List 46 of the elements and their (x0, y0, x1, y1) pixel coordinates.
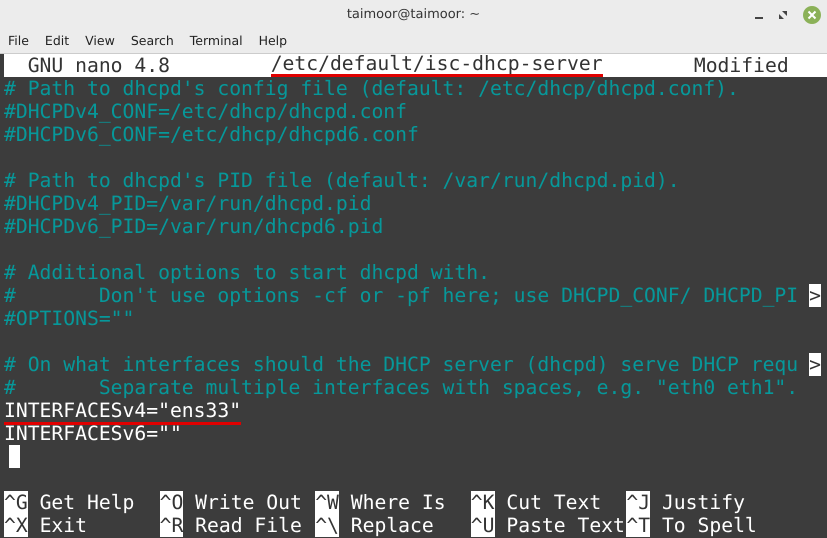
shortcut-label: Cut Text (506, 491, 602, 514)
code-comment: # Path to dhcpd's config file (default: /etc/dhcp/dhcpd.conf). (4, 77, 739, 100)
shortcut-key: ^G (4, 491, 28, 514)
code-comment: # Additional options to start dhcpd with. (4, 261, 490, 284)
menu-item[interactable]: Search (130, 32, 174, 51)
shortcut-label: To Spell (662, 514, 757, 537)
code-comment: #OPTIONS="" (4, 307, 134, 330)
window-title: taimoor@taimoor: ~ (346, 6, 480, 24)
code-line: INTERFACESv4="ens33" (4, 399, 242, 425)
code-comment: #DHCPDv6_PID=/var/run/dhcpd6.pid (4, 215, 384, 238)
shortcut-key: ^U (470, 514, 494, 537)
code-comment: # On what interfaces should the DHCP server (dhcpd) serve DHCP requ (4, 353, 798, 376)
shortcut-key: ^J (626, 491, 650, 514)
shortcut-label: Justify (662, 491, 745, 514)
code-comment: # Separate multiple interfaces with spaces, e.g. "eth0 eth1". (4, 376, 798, 399)
shortcut-label: Exit (40, 514, 87, 537)
shortcut-label: Read File (195, 514, 302, 537)
code-line: INTERFACESv6="" (4, 422, 182, 445)
overflow-marker: > (809, 284, 821, 307)
shortcut-label: Write Out (195, 491, 302, 514)
menu-item[interactable]: Terminal (190, 32, 243, 51)
code-comment: #DHCPDv6_CONF=/etc/dhcp/dhcpd6.conf (4, 123, 419, 146)
menu-item[interactable]: File (8, 32, 29, 51)
shortcut-key: ^\ (315, 514, 339, 537)
editor-version: GNU nano 4.8 (28, 54, 170, 77)
menu-item[interactable]: Edit (44, 32, 70, 51)
file-path: /etc/default/isc-dhcp-server (270, 54, 603, 77)
shortcut-key: ^O (160, 491, 184, 514)
shortcut-key: ^X (4, 514, 28, 537)
code-comment: #DHCPDv4_CONF=/etc/dhcp/dhcpd.conf (4, 100, 407, 123)
shortcut-key: ^T (626, 514, 650, 537)
maximize-icon[interactable] (779, 11, 787, 19)
overflow-marker: > (809, 353, 821, 376)
shortcut-label: Get Help (40, 491, 134, 514)
shortcut-label: Where Is (350, 491, 446, 514)
menu-item[interactable]: Help (258, 32, 288, 51)
code-comment: # Don't use options -cf or -pf here; use DHCPD_CONF/ DHCPD_PI (4, 284, 798, 307)
menu-item[interactable]: View (85, 32, 115, 51)
shortcut-label: Paste Text (506, 514, 625, 537)
shortcut-key: ^W (315, 491, 339, 514)
shortcut-key: ^K (470, 491, 494, 514)
modified-status: Modified (694, 54, 789, 77)
code-comment: #DHCPDv4_PID=/var/run/dhcpd.pid (4, 192, 372, 215)
text-cursor (9, 445, 20, 468)
code-comment: # Path to dhcpd's PID file (default: /var/run/dhcpd.pid). (4, 169, 680, 192)
shortcut-label: Replace (350, 514, 434, 537)
